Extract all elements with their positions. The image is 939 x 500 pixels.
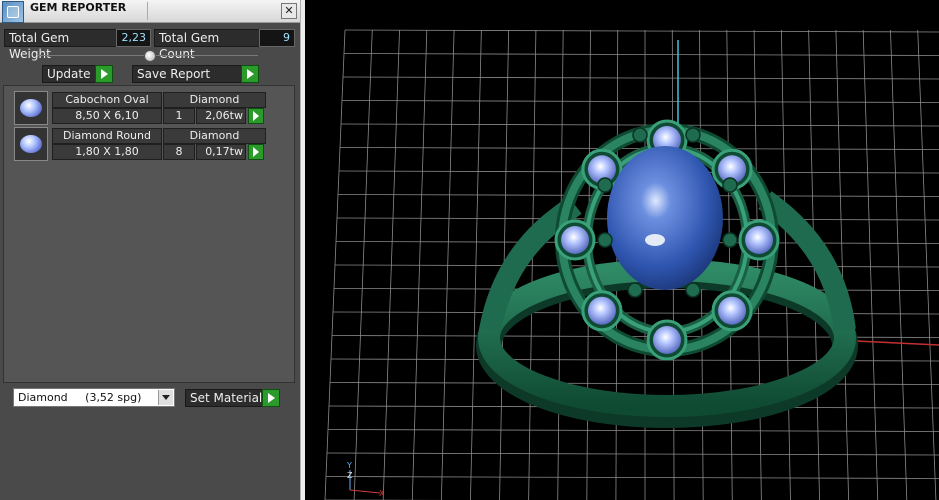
gem-row-cabochon-oval[interactable]: Cabochon Oval Diamond 8,50 X 6,10 1 2,06… [10, 91, 272, 125]
total-gem-weight-label: Total Gem Weight [4, 29, 118, 61]
gem-count: 1 [163, 108, 195, 124]
axis-label-x: X [379, 489, 385, 498]
title-bar[interactable]: GEM REPORTER ✕ [0, 0, 300, 23]
grid-line [343, 53, 939, 56]
set-material-button-label: Set Material [190, 391, 263, 405]
cabochon-oval-thumbnail [14, 91, 48, 125]
grid-line [329, 382, 939, 385]
3d-viewport[interactable]: Y Z X [305, 0, 939, 500]
prong [632, 127, 648, 143]
accent-diamond [587, 296, 616, 325]
gem-weight: 2,06tw [196, 108, 246, 124]
update-button[interactable]: Update [42, 65, 113, 83]
prong [722, 232, 738, 248]
gem-select-button[interactable] [248, 108, 264, 124]
gem-material: Diamond [163, 92, 266, 108]
app-icon [2, 1, 24, 23]
total-gem-weight-value: 2,23 [116, 29, 151, 47]
gem-row-diamond-round[interactable]: Diamond Round Diamond 1,80 X 1,80 8 0,17… [10, 127, 272, 161]
gem-shape: Diamond Round [52, 128, 162, 144]
axis-gizmo: Y Z X [346, 461, 385, 498]
gem-count: 8 [163, 144, 195, 160]
gem-shape: Cabochon Oval [52, 92, 162, 108]
title-separator [147, 2, 148, 20]
accent-diamond [745, 226, 773, 254]
set-material-button[interactable]: Set Material [185, 389, 280, 407]
gem-reporter-panel: GEM REPORTER ✕ Total Gem Weight 2,23 Tot… [0, 0, 300, 500]
grid-line [470, 29, 482, 500]
accent-diamond [653, 326, 681, 354]
material-select[interactable]: Diamond (3,52 spg) [13, 388, 175, 407]
total-gem-count-value: 9 [259, 29, 295, 47]
prong [597, 232, 613, 248]
grid-line [780, 29, 791, 500]
grid-line [862, 29, 879, 500]
chevron-down-icon[interactable] [158, 390, 173, 405]
grid-line [341, 100, 939, 103]
window-title: GEM REPORTER [30, 1, 127, 14]
axis-label-z: Z [347, 471, 353, 480]
grid-line [835, 29, 850, 500]
save-report-button[interactable]: Save Report [132, 65, 259, 83]
grid-line [528, 29, 537, 500]
gem-list: Cabochon Oval Diamond 8,50 X 6,10 1 2,06… [3, 85, 295, 383]
grid-line [342, 76, 939, 80]
prong [722, 177, 738, 193]
accent-diamond [718, 296, 747, 325]
prong [685, 282, 701, 298]
grid-line [917, 29, 937, 500]
gem-icon [20, 99, 42, 117]
total-gem-count-label: Total Gem Count [154, 29, 262, 61]
grid-line [344, 29, 939, 33]
close-button[interactable]: ✕ [281, 3, 297, 19]
prong [597, 177, 613, 193]
gem-material: Diamond [163, 128, 266, 144]
grid-line [325, 476, 939, 479]
center-cabochon-stone [607, 146, 723, 290]
gem-icon [20, 135, 42, 153]
diamond-round-thumbnail [14, 127, 48, 161]
ring-model[interactable] [476, 119, 858, 428]
grid-line [340, 123, 939, 127]
play-icon [262, 389, 280, 407]
gem-size: 8,50 X 6,10 [52, 108, 162, 124]
play-icon [241, 65, 259, 83]
gem-weight: 0,17tw [196, 144, 246, 160]
gem-select-button[interactable] [248, 144, 264, 160]
update-button-label: Update [47, 67, 91, 81]
prong [627, 282, 643, 298]
size-slider-handle[interactable] [144, 50, 156, 62]
grid-line [890, 29, 908, 500]
grid-line [327, 429, 939, 432]
save-report-button-label: Save Report [137, 67, 211, 81]
material-select-value: Diamond (3,52 spg) [18, 391, 142, 404]
prong [685, 127, 701, 143]
accent-diamond [561, 226, 589, 254]
gem-size: 1,80 X 1,80 [52, 144, 162, 160]
close-icon: ✕ [284, 4, 294, 17]
grid-line [753, 29, 762, 500]
play-icon [95, 65, 113, 83]
axis-label-y: Y [346, 461, 352, 470]
